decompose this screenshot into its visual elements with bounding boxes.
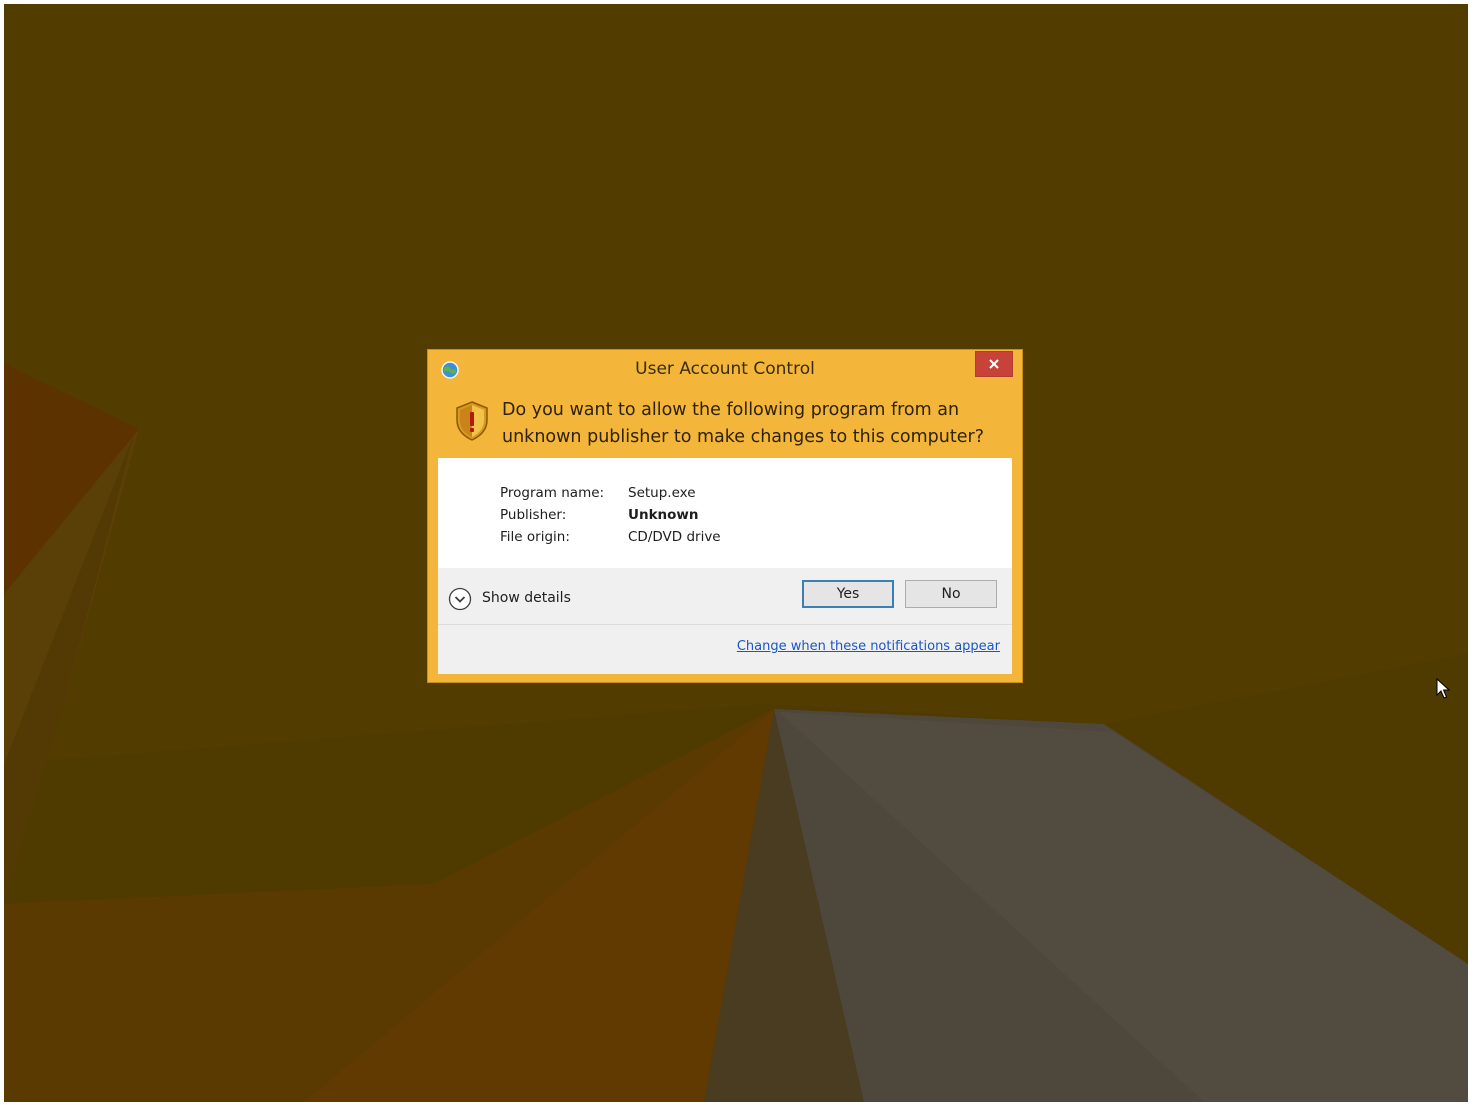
shield-warning-icon	[456, 401, 488, 441]
file-origin-label: File origin:	[500, 529, 570, 545]
footer-divider	[438, 624, 1012, 625]
title-bar: User Account Control	[428, 350, 1022, 388]
close-icon	[989, 359, 999, 369]
desktop-screen: User Account Control Do you want to allo…	[4, 4, 1468, 1102]
publisher-value: Unknown	[628, 507, 699, 523]
close-button[interactable]	[975, 351, 1013, 377]
question-text: Do you want to allow the following progr…	[502, 400, 984, 447]
program-info-panel: Program name: Setup.exe Publisher: Unkno…	[438, 458, 1012, 568]
publisher-label: Publisher:	[500, 507, 567, 523]
chevron-down-icon	[448, 587, 472, 611]
dialog-footer: Show details Yes No Change when these no…	[438, 568, 1012, 674]
yes-button[interactable]: Yes	[802, 580, 894, 608]
uac-dialog: User Account Control Do you want to allo…	[427, 349, 1023, 683]
mouse-cursor-icon	[1436, 678, 1450, 699]
file-origin-value: CD/DVD drive	[628, 529, 721, 545]
question-area: Do you want to allow the following progr…	[438, 390, 1012, 458]
program-name-value: Setup.exe	[628, 485, 696, 501]
no-button[interactable]: No	[905, 580, 997, 608]
change-notifications-link[interactable]: Change when these notifications appear	[737, 639, 1000, 654]
show-details-label: Show details	[482, 590, 571, 606]
program-name-label: Program name:	[500, 485, 605, 501]
dialog-title: User Account Control	[635, 359, 815, 379]
